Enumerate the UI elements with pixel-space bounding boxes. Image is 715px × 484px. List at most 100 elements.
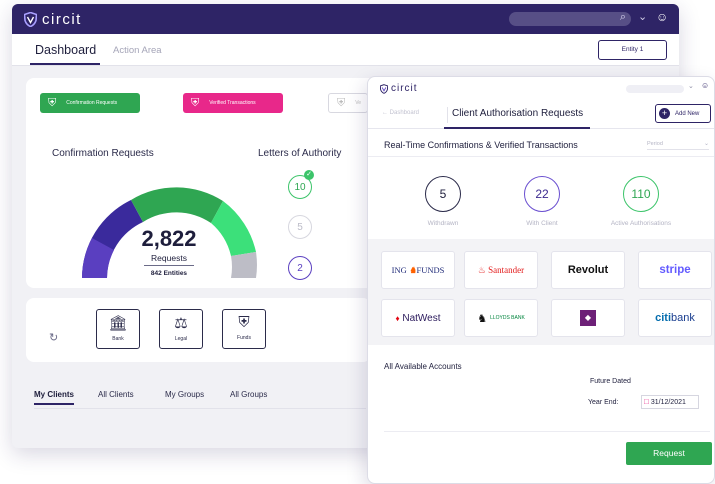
check-icon: ✓ — [304, 170, 314, 180]
ing-funds-logo: ING ♞FUNDS — [392, 265, 445, 276]
bank-grid: ING ♞FUNDS ♨ Santander Revolut stripe ♦ … — [368, 239, 714, 345]
chevron-down-icon[interactable]: ⌄ — [688, 82, 694, 90]
accounts-divider — [384, 431, 710, 432]
user-icon[interactable]: ☺ — [656, 10, 668, 24]
search-bar[interactable]: ⌕ — [509, 11, 631, 26]
tab-all-groups[interactable]: All Groups — [230, 390, 267, 399]
client-authorisation-window: circit ⌄ ☺ ← Dashboard Client Authorisat… — [367, 76, 715, 484]
document-types-panel: ↻ 🏛︎ Bank ⚖︎ Legal ⛨︎ Funds — [26, 298, 371, 362]
gauge-segment-green — [131, 187, 223, 223]
citi-text: citi — [655, 312, 672, 324]
natwest-cube-icon: ♦ — [395, 313, 400, 323]
natwest-text: NatWest — [402, 312, 441, 324]
stat-with-client-label: With Client — [526, 220, 558, 227]
shield-check-icon: ⛨ — [48, 96, 57, 109]
third-category-button[interactable]: ⛨ Ve — [328, 93, 368, 113]
shield-icon: ⛨ — [191, 96, 200, 109]
third-category-label: Ve — [355, 100, 362, 106]
requests-label: Requests — [151, 253, 187, 263]
tab-my-clients[interactable]: My Clients — [34, 390, 74, 399]
loa-count-pending[interactable]: 5 — [288, 215, 312, 239]
logo-text: circit — [42, 10, 82, 28]
logo-text: circit — [391, 83, 418, 94]
doc-type-legal[interactable]: ⚖︎ Legal — [159, 309, 203, 349]
stat-active-count[interactable]: 110 — [623, 176, 659, 212]
accounts-title: All Available Accounts — [384, 362, 462, 371]
doc-type-bank-label: Bank — [112, 336, 124, 342]
search-icon[interactable]: ⌕ — [620, 11, 626, 24]
top-nav-bar: circit ⌕ ⌄ ☺ — [12, 4, 679, 34]
doc-type-funds[interactable]: ⛨︎ Funds — [222, 309, 266, 349]
period-select[interactable]: Period ⌄ — [647, 141, 709, 150]
citibank-logo: citibank — [655, 312, 695, 324]
add-new-button[interactable]: + Add New — [655, 104, 711, 123]
verified-transactions-label: Verified Transactions — [209, 100, 256, 106]
client-authorisation-title[interactable]: Client Authorisation Requests — [452, 108, 583, 119]
gauge-segment-grey — [231, 252, 257, 278]
back-to-dashboard-link[interactable]: ← Dashboard — [382, 110, 419, 116]
active-tab-indicator — [30, 63, 100, 65]
doc-type-bank[interactable]: 🏛︎ Bank — [96, 309, 140, 349]
shield-logo-icon — [380, 83, 388, 94]
scales-icon: ⚖︎ — [174, 315, 188, 332]
chevron-down-icon[interactable]: ⌄ — [638, 10, 647, 23]
add-new-label: Add New — [675, 110, 700, 117]
plus-icon: + — [659, 108, 670, 119]
confirmation-requests-label: Confirmation Requests — [66, 100, 118, 106]
bank-tile-revolut[interactable]: Revolut — [551, 251, 625, 289]
active-tab-indicator — [444, 127, 590, 129]
client-tabs-divider — [34, 408, 366, 409]
natwest-logo: ♦ NatWest — [395, 313, 440, 324]
verified-transactions-button[interactable]: ⛨ Verified Transactions — [183, 93, 283, 113]
year-end-date-value: 31/12/2021 — [650, 398, 686, 406]
loa-count-client[interactable]: 2 — [288, 256, 312, 280]
shield-outline-icon: ⛨ — [337, 96, 346, 109]
bank-tile-santander[interactable]: ♨ Santander — [464, 251, 538, 289]
bank-tile-ing[interactable]: ING ♞FUNDS — [381, 251, 455, 289]
tab-divider — [447, 107, 448, 123]
user-icon[interactable]: ☺ — [701, 81, 709, 90]
santander-logo: ♨ Santander — [478, 265, 524, 276]
tab-action-area[interactable]: Action Area — [113, 45, 162, 56]
front-header: circit ⌄ ☺ — [368, 77, 714, 99]
funds-shield-icon: ⛨︎ — [238, 314, 250, 331]
confirmation-requests-button[interactable]: ⛨ Confirmation Requests — [40, 93, 140, 113]
section-divider — [368, 156, 714, 157]
tab-my-groups[interactable]: My Groups — [165, 390, 204, 399]
client-tabs: My Clients All Clients My Groups All Gro… — [34, 390, 354, 410]
stat-with-client-count[interactable]: 22 — [524, 176, 560, 212]
stripe-logo: stripe — [659, 264, 691, 276]
year-end-label: Year End: — [588, 399, 619, 406]
santander-text: Santander — [488, 264, 525, 275]
bank-tile-purple[interactable]: ◆ — [551, 299, 625, 337]
stat-withdrawn-count[interactable]: 5 — [425, 176, 461, 212]
gauge-divider — [144, 265, 194, 266]
shield-logo-icon — [24, 11, 37, 27]
request-button[interactable]: Request — [626, 442, 712, 465]
circit-logo[interactable]: circit — [24, 11, 82, 28]
requests-total: 2,822 — [141, 226, 197, 251]
circit-logo-small[interactable]: circit — [380, 83, 418, 94]
doc-type-legal-label: Legal — [174, 336, 188, 342]
tab-all-clients[interactable]: All Clients — [98, 390, 134, 399]
bank-tile-lloyds[interactable]: ♞ LLOYDS BANK — [464, 299, 538, 337]
bank-tile-stripe[interactable]: stripe — [638, 251, 712, 289]
bank-icon: 🏛︎ — [108, 315, 128, 332]
year-end-date-input[interactable]: □ 31/12/2021 — [641, 395, 699, 409]
letters-of-authority-title: Letters of Authority — [258, 148, 342, 159]
confirmation-requests-title: Confirmation Requests — [52, 148, 154, 159]
entity-selector-button[interactable]: Entity 1 — [598, 40, 667, 60]
stat-active-label: Active Authorisations — [610, 220, 672, 227]
stat-withdrawn-label: Withdrawn — [427, 220, 459, 227]
bank-tile-citibank[interactable]: citibank — [638, 299, 712, 337]
doc-type-funds-label: Funds — [237, 335, 251, 341]
purple-bank-logo: ◆ — [580, 310, 596, 326]
refresh-icon[interactable]: ↻ — [49, 331, 58, 344]
period-placeholder: Period — [647, 141, 663, 147]
front-tabs-row: ← Dashboard Client Authorisation Request… — [368, 99, 714, 129]
bank-tile-natwest[interactable]: ♦ NatWest — [381, 299, 455, 337]
revolut-logo: Revolut — [567, 264, 609, 276]
tab-dashboard[interactable]: Dashboard — [35, 43, 96, 57]
front-search-bar[interactable] — [626, 85, 684, 93]
realtime-title: Real-Time Confirmations & Verified Trans… — [384, 140, 578, 150]
